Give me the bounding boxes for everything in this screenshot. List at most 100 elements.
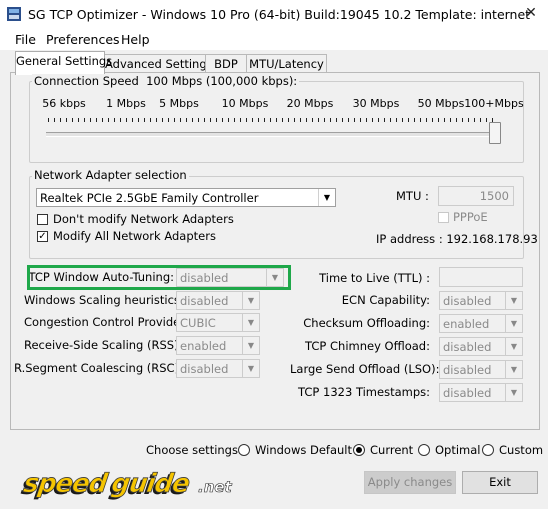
network-adapter-select[interactable]: Realtek PCIe 2.5GbE Family Controller ▼ bbox=[36, 188, 336, 207]
slider-tick-mark bbox=[150, 118, 151, 122]
radio-current-label[interactable]: Current bbox=[370, 443, 413, 457]
slider-tick-mark bbox=[300, 118, 301, 122]
slider-tick-mark bbox=[336, 118, 337, 122]
slider-tick-mark bbox=[168, 118, 169, 122]
connection-speed-legend: Connection Speed 100 Mbps (100,000 kbps)… bbox=[32, 74, 300, 88]
mtu-input[interactable]: 1500 bbox=[438, 186, 514, 206]
speed-slider-track[interactable] bbox=[46, 132, 498, 137]
tab-general-settings[interactable]: General Settings bbox=[15, 51, 112, 75]
radio-custom-label[interactable]: Custom bbox=[499, 443, 543, 457]
radio-windows-default[interactable] bbox=[238, 444, 250, 456]
radio-windows-default-label[interactable]: Windows Default bbox=[255, 443, 352, 457]
menu-preferences[interactable]: Preferences bbox=[46, 32, 120, 47]
dont-modify-checkbox[interactable] bbox=[37, 214, 48, 225]
speed-tick-label: 56 kbps bbox=[42, 97, 86, 110]
chevron-down-icon: ▼ bbox=[242, 360, 259, 377]
dont-modify-label: Don't modify Network Adapters bbox=[53, 212, 234, 226]
window-title: SG TCP Optimizer - Windows 10 Pro (64-bi… bbox=[28, 7, 531, 22]
slider-tick-mark bbox=[354, 118, 355, 122]
slider-tick-mark bbox=[486, 118, 487, 122]
tcp-1323-timestamps-label: TCP 1323 Timestamps: bbox=[298, 385, 430, 399]
slider-tick-mark bbox=[90, 118, 91, 122]
slider-tick-mark bbox=[360, 118, 361, 122]
slider-tick-mark bbox=[420, 118, 421, 122]
connection-speed-label: Connection Speed bbox=[34, 74, 139, 88]
tab-advanced-settings[interactable]: Advanced Settings bbox=[104, 54, 213, 74]
speed-tick-label: 20 Mbps bbox=[286, 97, 334, 110]
pppoe-label: PPPoE bbox=[453, 210, 488, 224]
receive-side-scaling-label: Receive-Side Scaling (RSS): bbox=[24, 338, 183, 352]
apply-changes-button[interactable]: Apply changes bbox=[364, 471, 456, 494]
large-send-offload-select[interactable]: disabled ▼ bbox=[439, 360, 523, 379]
windows-scaling-heuristics-label: Windows Scaling heuristics: bbox=[24, 293, 184, 307]
radio-current[interactable] bbox=[353, 444, 365, 456]
choose-settings-label: Choose settings: bbox=[146, 443, 242, 457]
modify-all-checkbox[interactable]: ✓ bbox=[37, 231, 48, 242]
connection-speed-value: 100 Mbps (100,000 kbps): bbox=[146, 74, 298, 88]
close-icon[interactable]: ✕ bbox=[521, 3, 541, 23]
ttl-label: Time to Live (TTL) : bbox=[319, 271, 430, 285]
pppoe-checkbox[interactable] bbox=[438, 212, 449, 223]
ecn-capability-select[interactable]: disabled ▼ bbox=[439, 291, 523, 310]
segment-coalescing-select[interactable]: disabled ▼ bbox=[176, 359, 260, 378]
tcp-chimney-offload-select[interactable]: disabled ▼ bbox=[439, 337, 523, 356]
windows-scaling-heuristics-select[interactable]: disabled ▼ bbox=[176, 291, 260, 310]
slider-tick-mark bbox=[210, 118, 211, 122]
slider-tick-mark bbox=[252, 118, 253, 122]
slider-tick-mark bbox=[108, 118, 109, 122]
tab-bdp[interactable]: BDP bbox=[205, 54, 247, 74]
menu-help[interactable]: Help bbox=[121, 32, 150, 47]
slider-tick-mark bbox=[270, 118, 271, 122]
speed-tick-label: 10 Mbps bbox=[221, 97, 269, 110]
tcp-1323-timestamps-select[interactable]: disabled ▼ bbox=[439, 383, 523, 402]
checksum-offloading-select[interactable]: enabled ▼ bbox=[439, 314, 523, 333]
receive-side-scaling-value: enabled bbox=[180, 339, 227, 353]
slider-tick-mark bbox=[114, 118, 115, 122]
chevron-down-icon: ▼ bbox=[242, 292, 259, 309]
slider-tick-mark bbox=[66, 118, 67, 122]
slider-tick-mark bbox=[126, 118, 127, 122]
radio-optimal[interactable] bbox=[418, 444, 430, 456]
slider-tick-mark bbox=[342, 118, 343, 122]
menu-file[interactable]: File bbox=[15, 32, 36, 47]
slider-tick-mark bbox=[450, 118, 451, 122]
slider-tick-mark bbox=[78, 118, 79, 122]
slider-tick-mark bbox=[192, 118, 193, 122]
ttl-input[interactable] bbox=[439, 267, 523, 287]
radio-optimal-label[interactable]: Optimal bbox=[435, 443, 481, 457]
slider-tick-mark bbox=[198, 118, 199, 122]
slider-tick-mark bbox=[306, 118, 307, 122]
chevron-down-icon: ▼ bbox=[505, 315, 522, 332]
chevron-down-icon: ▼ bbox=[505, 361, 522, 378]
mtu-label: MTU : bbox=[396, 189, 429, 203]
tab-mtu-latency[interactable]: MTU/Latency bbox=[246, 54, 327, 74]
large-send-offload-value: disabled bbox=[443, 363, 492, 377]
congestion-control-provider-select[interactable]: CUBIC ▼ bbox=[176, 313, 260, 332]
exit-button[interactable]: Exit bbox=[462, 471, 538, 494]
speed-slider-thumb[interactable] bbox=[489, 122, 501, 144]
slider-tick-mark bbox=[120, 118, 121, 122]
slider-tick-mark bbox=[432, 118, 433, 122]
slider-tick-mark bbox=[480, 118, 481, 122]
slider-tick-mark bbox=[390, 118, 391, 122]
ecn-capability-label: ECN Capability: bbox=[341, 293, 430, 307]
congestion-control-provider-value: CUBIC bbox=[180, 316, 216, 330]
slider-tick-mark bbox=[468, 118, 469, 122]
slider-tick-mark bbox=[48, 118, 49, 122]
slider-tick-mark bbox=[54, 118, 55, 122]
slider-tick-mark bbox=[72, 118, 73, 122]
radio-custom[interactable] bbox=[482, 444, 494, 456]
slider-tick-mark bbox=[102, 118, 103, 122]
app-icon bbox=[7, 7, 21, 21]
slider-tick-mark bbox=[348, 118, 349, 122]
slider-tick-mark bbox=[276, 118, 277, 122]
checksum-offloading-label: Checksum Offloading: bbox=[303, 316, 430, 330]
slider-tick-mark bbox=[396, 118, 397, 122]
slider-tick-mark bbox=[312, 118, 313, 122]
slider-tick-mark bbox=[414, 118, 415, 122]
chevron-down-icon: ▼ bbox=[242, 337, 259, 354]
title-bar: SG TCP Optimizer - Windows 10 Pro (64-bi… bbox=[0, 0, 548, 30]
slider-tick-mark bbox=[162, 118, 163, 122]
receive-side-scaling-select[interactable]: enabled ▼ bbox=[176, 336, 260, 355]
speedguide-logo: speed speed guide guide .net bbox=[20, 469, 233, 501]
